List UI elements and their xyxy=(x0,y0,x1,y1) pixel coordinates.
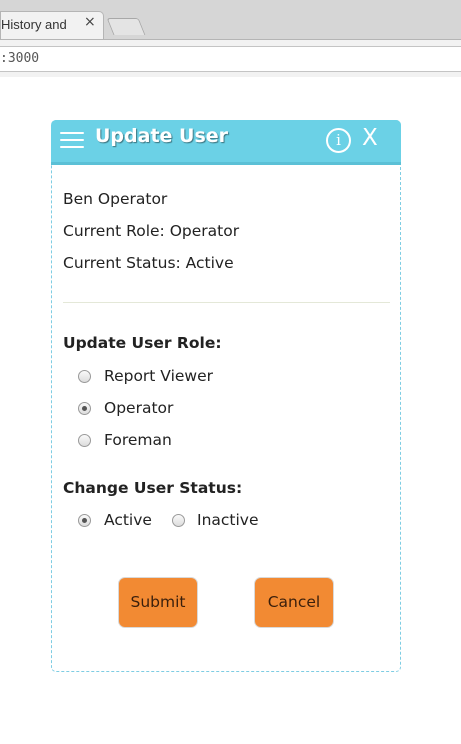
radio-label: Foreman xyxy=(104,431,172,449)
url-input[interactable]: :3000 xyxy=(0,46,461,72)
info-icon[interactable]: i xyxy=(326,128,351,153)
browser-tab[interactable]: History and × xyxy=(0,11,104,40)
current-role: Current Role: Operator xyxy=(63,222,240,240)
tab-title: History and xyxy=(1,17,67,32)
radio-active[interactable] xyxy=(78,513,91,527)
status-section-label: Change User Status: xyxy=(63,479,243,497)
radio-inactive[interactable] xyxy=(172,513,185,527)
cancel-button[interactable]: Cancel xyxy=(254,577,334,628)
radio-label: Report Viewer xyxy=(104,367,213,385)
radio-label: Operator xyxy=(104,399,174,417)
radio-operator[interactable] xyxy=(78,401,91,415)
radio-option-operator[interactable]: Operator xyxy=(78,399,173,417)
address-bar: :3000 xyxy=(0,39,461,77)
new-tab-button[interactable] xyxy=(106,18,146,35)
update-user-modal: Update User i X Ben Operator Current Rol… xyxy=(51,120,401,672)
radio-report-viewer[interactable] xyxy=(78,369,91,383)
modal-title: Update User xyxy=(95,125,229,147)
radio-option-active[interactable]: Active xyxy=(78,511,152,529)
divider xyxy=(63,302,390,303)
current-status: Current Status: Active xyxy=(63,254,234,272)
browser-tabstrip: History and × xyxy=(0,0,461,40)
hamburger-icon[interactable] xyxy=(60,132,84,150)
close-icon[interactable]: X xyxy=(362,125,378,151)
radio-label: Inactive xyxy=(197,511,259,529)
role-section-label: Update User Role: xyxy=(63,334,222,352)
radio-option-foreman[interactable]: Foreman xyxy=(78,431,172,449)
radio-foreman[interactable] xyxy=(78,433,91,447)
user-name: Ben Operator xyxy=(63,190,168,208)
url-text: :3000 xyxy=(0,51,40,66)
radio-option-report-viewer[interactable]: Report Viewer xyxy=(78,367,213,385)
radio-option-inactive[interactable]: Inactive xyxy=(172,511,259,529)
submit-button[interactable]: Submit xyxy=(118,577,198,628)
radio-label: Active xyxy=(104,511,152,529)
tab-close-icon[interactable]: × xyxy=(84,15,96,29)
modal-header: Update User i X xyxy=(51,120,401,165)
